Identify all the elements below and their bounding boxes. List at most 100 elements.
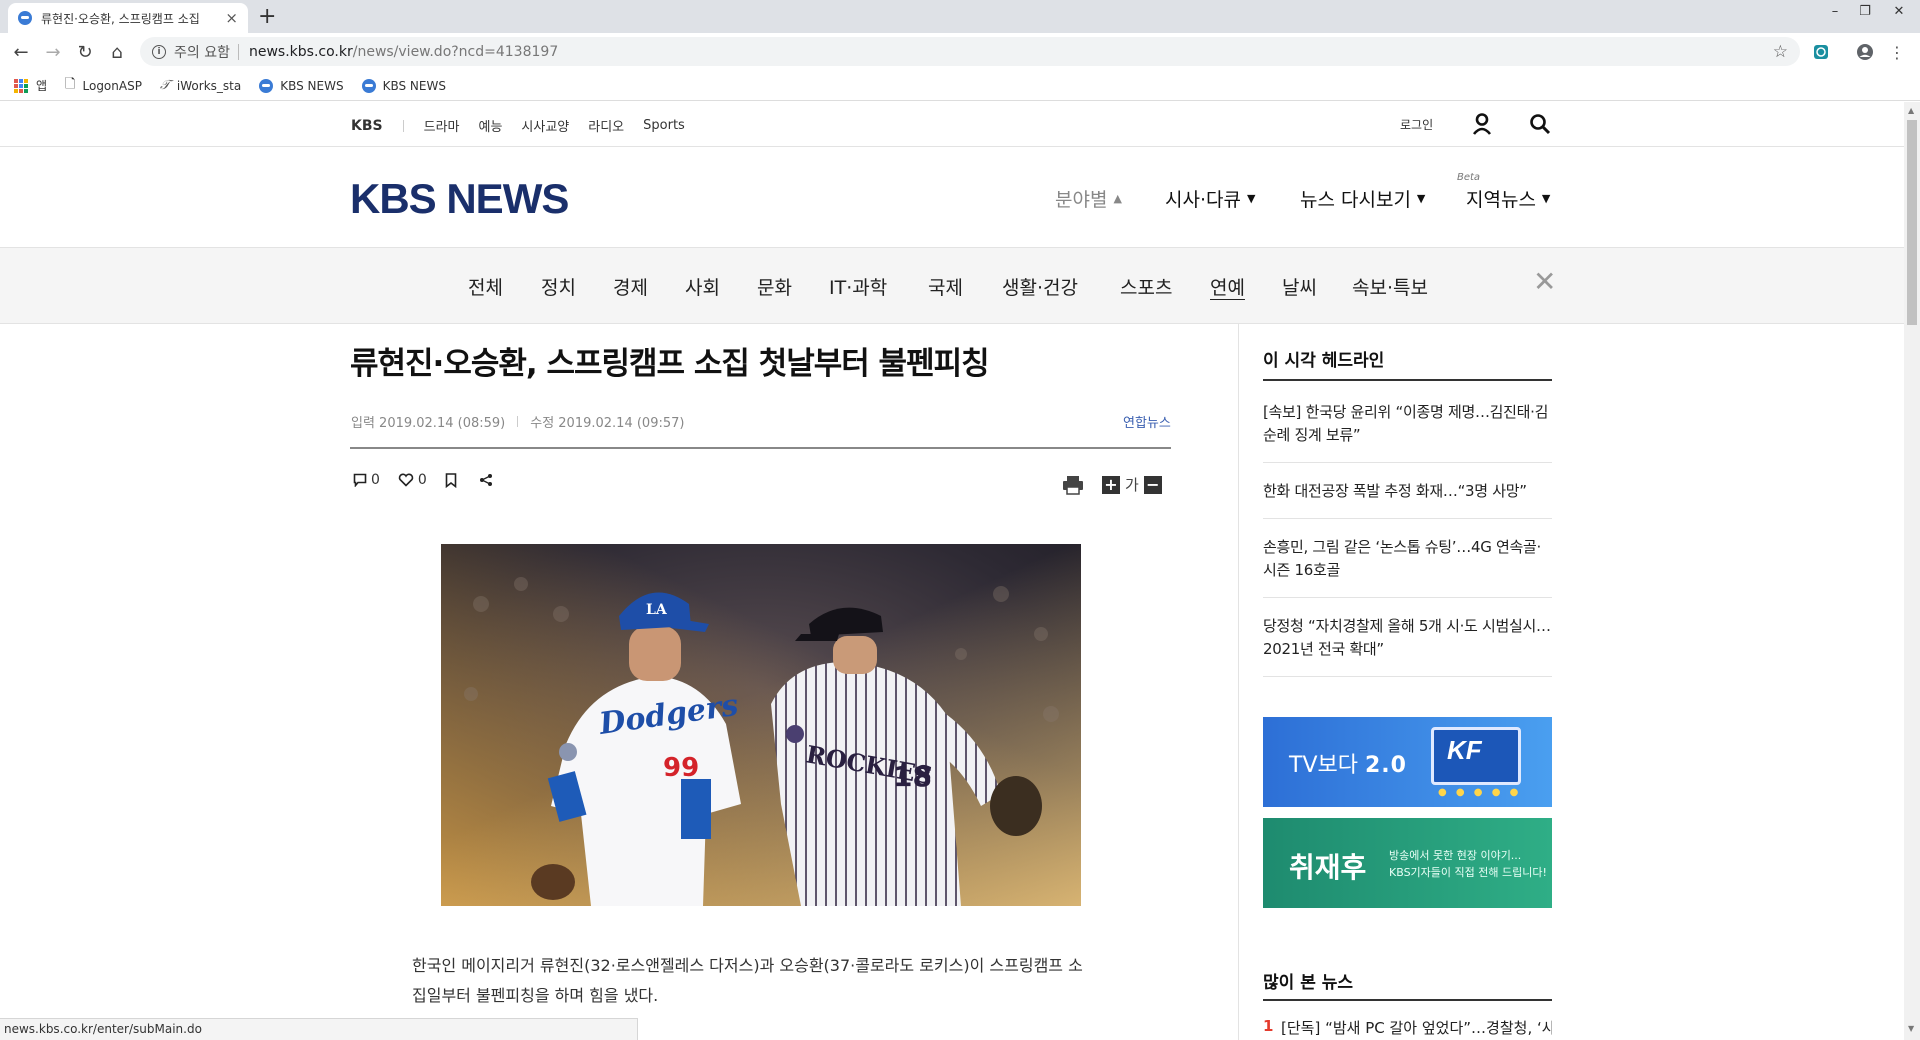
extension-icon[interactable] [1810, 41, 1832, 63]
window-close-icon[interactable]: ✕ [1884, 0, 1914, 22]
category-economy[interactable]: 경제 [613, 273, 648, 300]
category-culture[interactable]: 문화 [757, 273, 792, 300]
tab-strip: 류현진·오승환, 스프링캠프 소집 × + – ❐ ✕ [0, 0, 1920, 33]
category-breaking[interactable]: 속보·특보 [1352, 273, 1428, 300]
popular-section-title: 많이 본 뉴스 [1263, 973, 1354, 993]
home-icon[interactable]: ⌂ [104, 39, 130, 65]
font-increase-button[interactable]: + [1102, 475, 1120, 494]
topbar-link-entertainment[interactable]: 예능 [479, 116, 503, 135]
article-source[interactable]: 연합뉴스 [1123, 412, 1171, 431]
bookmark-apps[interactable]: 앱 [14, 77, 47, 94]
globe-icon [361, 78, 376, 93]
category-entertainment[interactable]: 연예 [1210, 273, 1245, 300]
category-all[interactable]: 전체 [468, 273, 503, 300]
info-icon[interactable]: i [152, 44, 166, 59]
nav-regional-news[interactable]: 지역뉴스 ▼ [1466, 185, 1550, 212]
category-world[interactable]: 국제 [928, 273, 963, 300]
security-warning[interactable]: 주의 요함 [174, 42, 230, 62]
category-life-health[interactable]: 생활·건강 [1002, 273, 1078, 300]
banner2-sub1: 방송에서 못한 현장 이야기... [1389, 849, 1522, 862]
meta-divider [517, 416, 519, 427]
bookmark-star-icon[interactable]: ☆ [1773, 42, 1788, 62]
bookmark-kbs-news-1[interactable]: KBS NEWS [259, 78, 344, 93]
page-scrollbar[interactable]: ▲ ▼ [1904, 102, 1920, 1040]
edit-time: 수정 2019.02.14 (09:57) [530, 416, 685, 431]
article-tools: + 가 − [1062, 474, 1162, 495]
search-icon[interactable] [1529, 113, 1551, 135]
address-bar[interactable]: i 주의 요함 news.kbs.co.kr/news/view.do?ncd=… [140, 37, 1800, 66]
bookmark-iworks[interactable]: 𝒯 iWorks_sta [160, 78, 241, 93]
kbs-news-logo[interactable]: KBS NEWS [350, 175, 569, 223]
back-icon[interactable]: ← [8, 39, 34, 65]
category-close-icon[interactable]: ✕ [1533, 268, 1556, 296]
browser-tab[interactable]: 류현진·오승환, 스프링캠프 소집 × [8, 3, 248, 33]
bookmark-button[interactable] [445, 472, 461, 488]
restore-icon[interactable]: ❐ [1850, 0, 1880, 22]
font-decrease-button[interactable]: − [1143, 475, 1162, 494]
reload-icon[interactable]: ↻ [72, 39, 98, 65]
bookmark-label: LogonASP [82, 78, 142, 93]
popular-item[interactable]: [단독] “밤새 PC 갈아 엎었다”…경찰청, ‘사찰 [1281, 1017, 1552, 1038]
scroll-thumb[interactable] [1907, 120, 1917, 325]
category-politics[interactable]: 정치 [541, 273, 576, 300]
nav-label: 시사·다큐 [1165, 189, 1241, 211]
banner2-subtitle: 방송에서 못한 현장 이야기... KBS기자들이 직접 전해 드립니다! [1389, 847, 1547, 881]
login-link[interactable]: 로그인 [1400, 116, 1433, 133]
nav-by-field[interactable]: 분야별 ▲ [1055, 185, 1122, 212]
globe-icon [259, 78, 274, 93]
category-society[interactable]: 사회 [685, 273, 720, 300]
input-time: 입력 2019.02.14 (08:59) [351, 416, 506, 431]
tab-close-icon[interactable]: × [225, 10, 238, 26]
kbs-home-link[interactable]: KBS [351, 118, 383, 134]
caret-down-icon: ▼ [1246, 192, 1256, 205]
kf-logo: KF [1447, 735, 1482, 765]
tab-title: 류현진·오승환, 스프링캠프 소집 [41, 11, 200, 26]
site-header: KBS NEWS 분야별 ▲ 시사·다큐 ▼ 뉴스 다시보기 ▼ Beta 지역뉴스 ▼ [0, 147, 1904, 247]
after-report-banner[interactable]: 취재후 방송에서 못한 현장 이야기... KBS기자들이 직접 전해 드립니다… [1263, 818, 1552, 908]
topbar-link-current-affairs[interactable]: 시사교양 [521, 116, 569, 135]
minimize-icon[interactable]: – [1820, 0, 1850, 22]
scroll-down-icon[interactable]: ▼ [1908, 1024, 1914, 1033]
headline-item[interactable]: [속보] 한국당 윤리위 “이종명 제명…김진태·김순례 징계 보류” [1263, 392, 1552, 463]
topbar-link-radio[interactable]: 라디오 [588, 116, 624, 135]
category-sports[interactable]: 스포츠 [1120, 273, 1172, 300]
comment-count: 0 [371, 472, 380, 488]
profile-icon[interactable] [1854, 41, 1876, 63]
page-icon: 🗋 [65, 76, 76, 92]
forward-icon[interactable]: → [40, 39, 66, 65]
category-it-science[interactable]: IT·과학 [829, 273, 887, 300]
headline-item[interactable]: 당정청 “자치경찰제 올해 5개 시·도 시범실시…2021년 전국 확대” [1263, 598, 1552, 677]
banner2-sub2: KBS기자들이 직접 전해 드립니다! [1389, 866, 1547, 879]
nav-documentary[interactable]: 시사·다큐 ▼ [1165, 185, 1255, 212]
new-tab-button[interactable]: + [258, 4, 276, 30]
headline-item[interactable]: 한화 대전공장 폭발 추정 화재…“3명 사망” [1263, 463, 1552, 519]
url-path: /news/view.do?ncd=4138197 [352, 43, 559, 60]
kbs-top-bar: KBS 드라마 예능 시사교양 라디오 Sports 로그인 [0, 102, 1904, 147]
beta-label: Beta [1457, 172, 1481, 183]
topbar-link-drama[interactable]: 드라마 [424, 116, 460, 135]
category-weather[interactable]: 날씨 [1282, 273, 1317, 300]
bookmark-logonasp[interactable]: 🗋 LogonASP [65, 75, 142, 97]
comment-button[interactable]: 0 [353, 472, 380, 488]
headline-section-rule [1263, 379, 1552, 381]
headline-item[interactable]: 손흥민, 그림 같은 ‘논스톱 슈팅’…4G 연속골·시즌 16호골 [1263, 519, 1552, 598]
nav-news-replay[interactable]: 뉴스 다시보기 ▼ [1300, 185, 1425, 212]
share-button[interactable] [479, 473, 497, 487]
print-icon[interactable] [1062, 475, 1084, 495]
user-icon[interactable] [1472, 113, 1492, 135]
headline-section-title: 이 시각 헤드라인 [1263, 351, 1385, 371]
kf-banner[interactable]: TV보다 2.0 KF ● ● ● ● ● [1263, 717, 1552, 807]
like-button[interactable]: 0 [398, 472, 427, 488]
popular-rank: 1 [1263, 1017, 1274, 1035]
scroll-up-icon[interactable]: ▲ [1908, 106, 1914, 115]
menu-kebab-icon[interactable]: ⋮ [1886, 41, 1908, 63]
bookmark-label: iWorks_sta [176, 78, 242, 93]
comment-icon [353, 473, 367, 487]
category-bar: 전체 정치 경제 사회 문화 IT·과학 국제 생활·건강 스포츠 연예 날씨 … [0, 247, 1904, 324]
iworks-icon: 𝒯 [159, 78, 170, 93]
apps-icon [14, 78, 28, 93]
topbar-link-sports[interactable]: Sports [643, 118, 685, 133]
bookmark-kbs-news-2[interactable]: KBS NEWS [361, 78, 446, 93]
article-photo: ROCKIES 18 LA Dodgers 99 [441, 544, 1081, 906]
headline-list: [속보] 한국당 윤리위 “이종명 제명…김진태·김순례 징계 보류” 한화 대… [1263, 392, 1552, 677]
